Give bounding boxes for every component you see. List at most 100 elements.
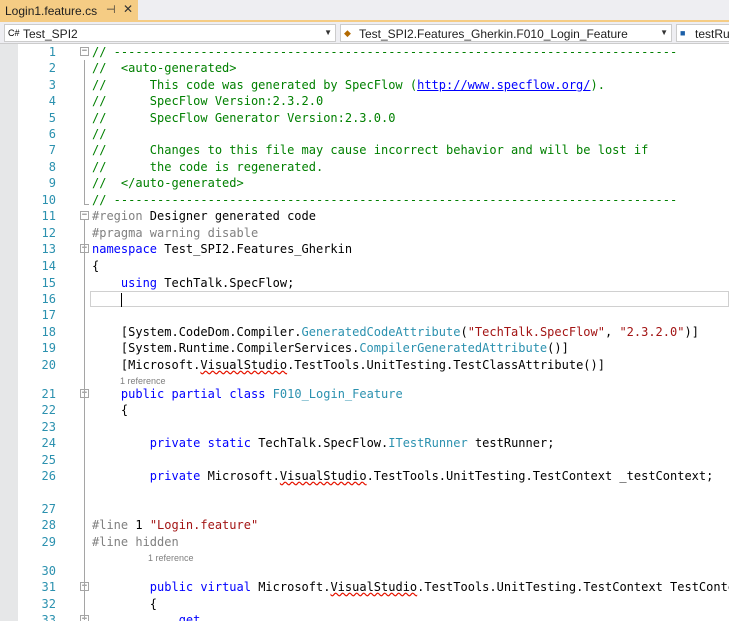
code-token: // xyxy=(92,127,107,141)
code-line[interactable]: 28 #line 1 "Login.feature" xyxy=(0,517,729,533)
code-line[interactable]: 2 // <auto-generated> xyxy=(0,60,729,76)
code-line[interactable]: 19 [System.Runtime.CompilerServices.Comp… xyxy=(0,340,729,356)
code-line[interactable]: 6 // xyxy=(0,126,729,142)
code-line[interactable]: 25 xyxy=(0,452,729,468)
code-token: [Microsoft. xyxy=(92,358,201,372)
type-dropdown[interactable]: ◆ Test_SPI2.Features_Gherkin.F010_Login_… xyxy=(340,24,672,42)
code-text: #region Designer generated code xyxy=(92,208,316,224)
line-number: 4 xyxy=(48,94,56,108)
line-number: 14 xyxy=(41,259,56,273)
document-tab-bar: Login1.feature.cs ⊣ ✕ xyxy=(0,0,729,22)
code-lens-references[interactable]: 1 reference xyxy=(148,552,194,564)
code-line[interactable]: 16 xyxy=(0,291,729,307)
code-token: // SpecFlow Generator Version:2.3.0.0 xyxy=(92,111,396,125)
code-line[interactable]: 1 −// -----------------------------------… xyxy=(0,44,729,60)
collapse-icon[interactable]: − xyxy=(80,47,89,56)
code-line[interactable]: 11 − #region Designer generated code xyxy=(0,208,729,224)
code-token: { xyxy=(92,403,129,417)
code-token: GeneratedCodeAttribute xyxy=(301,325,461,339)
code-line[interactable]: 27 xyxy=(0,501,729,517)
line-number: 31 xyxy=(41,580,56,594)
line-number: 9 xyxy=(48,176,56,190)
code-token: .TestTools.UnitTesting.TestClassAttribut… xyxy=(287,358,605,372)
code-text: // xyxy=(92,126,106,142)
code-line[interactable]: 17 xyxy=(0,307,729,323)
member-dropdown[interactable]: ■ testRu xyxy=(676,24,729,42)
line-number: 8 xyxy=(48,160,56,174)
code-text: private Microsoft.VisualStudio.TestTools… xyxy=(92,468,714,484)
code-line[interactable]: 12 #pragma warning disable xyxy=(0,225,729,241)
code-editor[interactable]: 1−// -----------------------------------… xyxy=(0,44,729,621)
code-token: "Login.feature" xyxy=(149,518,259,532)
code-token: partial xyxy=(171,387,223,401)
pin-icon[interactable]: ⊣ xyxy=(106,3,116,16)
code-token: , xyxy=(604,325,620,339)
code-line[interactable]: 23 xyxy=(0,419,729,435)
code-token: ). xyxy=(590,78,605,92)
code-line[interactable]: 21− public partial class F010_Login_Feat… xyxy=(0,386,729,402)
code-token: private xyxy=(149,469,201,483)
code-token: F010_Login_Feature xyxy=(272,387,403,401)
code-token: Test_SPI2.Features_Gherkin xyxy=(157,242,353,256)
line-number: 30 xyxy=(41,564,56,578)
tab-title: Login1.feature.cs xyxy=(5,4,98,18)
code-token: .TestTools.UnitTesting.TestContext _test… xyxy=(366,469,714,483)
close-icon[interactable]: ✕ xyxy=(123,2,133,16)
code-line[interactable]: 30 xyxy=(0,563,729,579)
code-line[interactable]: 29 #line hidden xyxy=(0,534,729,550)
line-number: 20 xyxy=(41,358,56,372)
type-name: Test_SPI2.Features_Gherkin.F010_Login_Fe… xyxy=(359,27,628,41)
code-token: TechTalk.SpecFlow; xyxy=(157,276,295,290)
code-line[interactable]: 26 private Microsoft.VisualStudio.TestTo… xyxy=(0,468,729,484)
field-icon: ■ xyxy=(680,28,686,38)
code-line[interactable]: 18 [System.CodeDom.Compiler.GeneratedCod… xyxy=(0,324,729,340)
code-text: // Changes to this file may cause incorr… xyxy=(92,142,648,158)
code-text: private static TechTalk.SpecFlow.ITestRu… xyxy=(92,435,555,451)
code-line[interactable]: 24 private static TechTalk.SpecFlow.ITes… xyxy=(0,435,729,451)
code-token: Microsoft. xyxy=(250,580,331,594)
code-text: namespace Test_SPI2.Features_Gherkin xyxy=(92,241,352,257)
code-line[interactable]: 4 // SpecFlow Version:2.3.2.0 xyxy=(0,93,729,109)
line-number: 2 xyxy=(48,61,56,75)
code-line[interactable]: 15 using TechTalk.SpecFlow; xyxy=(0,275,729,291)
code-line[interactable]: 31− public virtual Microsoft.VisualStudi… xyxy=(0,579,729,595)
code-token: namespace xyxy=(92,242,158,256)
code-line[interactable]: 20 [Microsoft.VisualStudio.TestTools.Uni… xyxy=(0,357,729,373)
code-line[interactable]: 7 // Changes to this file may cause incor… xyxy=(0,142,729,158)
code-token: // -------------------------------------… xyxy=(92,45,678,59)
code-line[interactable]: 9 // </auto-generated> xyxy=(0,175,729,191)
code-line[interactable]: 10 // -----------------------------------… xyxy=(0,192,729,208)
line-number: 3 xyxy=(48,78,56,92)
code-line[interactable]: 22 { xyxy=(0,402,729,418)
code-token: #line xyxy=(92,518,129,532)
code-text: // This code was generated by SpecFlow (… xyxy=(92,77,605,93)
code-token: VisualStudio xyxy=(200,358,288,372)
code-token: [System.Runtime.CompilerServices. xyxy=(92,341,360,355)
code-text: public partial class F010_Login_Feature xyxy=(92,386,403,402)
code-line[interactable]: 3 // This code was generated by SpecFlow … xyxy=(0,77,729,93)
code-line[interactable]: 8 // the code is regenerated. xyxy=(0,159,729,175)
collapse-icon[interactable]: − xyxy=(80,211,89,220)
code-line[interactable]: 14 { xyxy=(0,258,729,274)
code-line[interactable]: 32 { xyxy=(0,596,729,612)
project-dropdown[interactable]: C# Test_SPI2 ▼ xyxy=(4,24,336,42)
line-number: 25 xyxy=(41,453,56,467)
code-token[interactable]: http://www.specflow.org/ xyxy=(417,78,590,92)
code-line[interactable]: 33− get xyxy=(0,612,729,621)
code-token: VisualStudio xyxy=(279,469,367,483)
code-token: // This code was generated by SpecFlow ( xyxy=(92,78,418,92)
code-line[interactable]: 13−namespace Test_SPI2.Features_Gherkin xyxy=(0,241,729,257)
code-lens-references[interactable]: 1 reference xyxy=(120,375,166,387)
code-token: // </auto-generated> xyxy=(92,176,244,190)
code-line[interactable]: 5 // SpecFlow Generator Version:2.3.0.0 xyxy=(0,110,729,126)
tab-login1-feature-cs[interactable]: Login1.feature.cs ⊣ ✕ xyxy=(0,0,138,21)
line-number: 27 xyxy=(41,502,56,516)
code-text: // <auto-generated> xyxy=(92,60,237,76)
